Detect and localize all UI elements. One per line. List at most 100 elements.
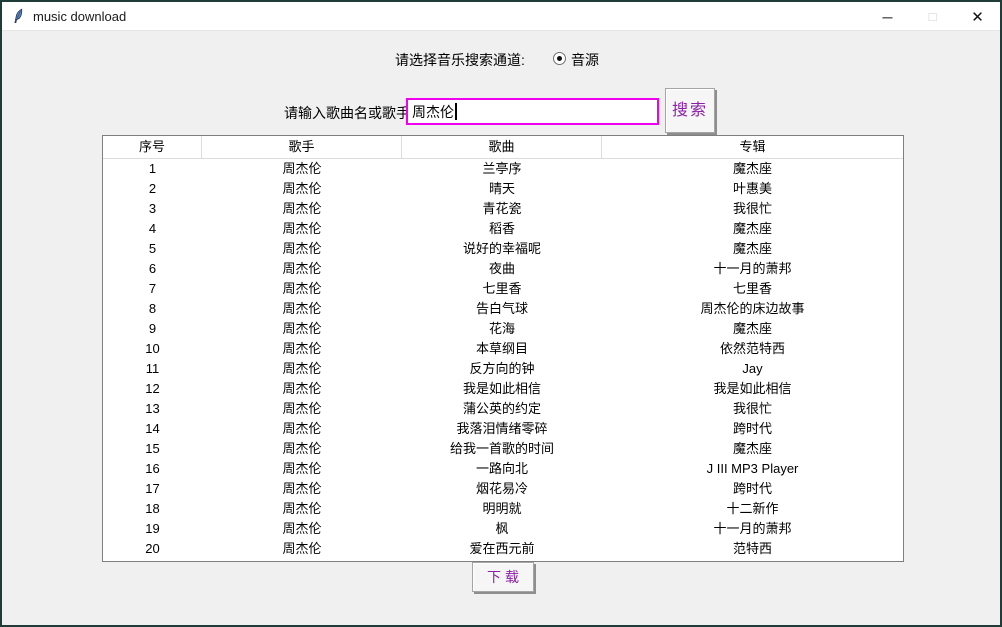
cell-index: 4 xyxy=(103,219,202,239)
cell-album: Jay xyxy=(602,359,903,379)
cell-song: 青花瓷 xyxy=(402,199,602,219)
cell-index: 15 xyxy=(103,439,202,459)
cell-singer: 周杰伦 xyxy=(202,259,402,279)
table-row[interactable]: 20周杰伦爱在西元前范特西 xyxy=(103,539,903,559)
cell-song: 烟花易冷 xyxy=(402,479,602,499)
cell-singer: 周杰伦 xyxy=(202,319,402,339)
table-row[interactable]: 4周杰伦稻香魔杰座 xyxy=(103,219,903,239)
table-body: 1周杰伦兰亭序魔杰座2周杰伦晴天叶惠美3周杰伦青花瓷我很忙4周杰伦稻香魔杰座5周… xyxy=(103,159,903,559)
cell-album: 七里香 xyxy=(602,279,903,299)
cell-song: 爱在西元前 xyxy=(402,539,602,559)
table-row[interactable]: 2周杰伦晴天叶惠美 xyxy=(103,179,903,199)
cell-singer: 周杰伦 xyxy=(202,299,402,319)
cell-index: 6 xyxy=(103,259,202,279)
results-table: 序号 歌手 歌曲 专辑 1周杰伦兰亭序魔杰座2周杰伦晴天叶惠美3周杰伦青花瓷我很… xyxy=(102,135,904,562)
cell-index: 16 xyxy=(103,459,202,479)
table-row[interactable]: 13周杰伦蒲公英的约定我很忙 xyxy=(103,399,903,419)
cell-singer: 周杰伦 xyxy=(202,359,402,379)
cell-song: 晴天 xyxy=(402,179,602,199)
cell-song: 花海 xyxy=(402,319,602,339)
cell-singer: 周杰伦 xyxy=(202,179,402,199)
cell-song: 我落泪情绪零碎 xyxy=(402,419,602,439)
cell-singer: 周杰伦 xyxy=(202,539,402,559)
cell-song: 我是如此相信 xyxy=(402,379,602,399)
table-row[interactable]: 14周杰伦我落泪情绪零碎跨时代 xyxy=(103,419,903,439)
source-radio-label[interactable]: 音源 xyxy=(571,50,599,70)
cell-index: 18 xyxy=(103,499,202,519)
cell-singer: 周杰伦 xyxy=(202,499,402,519)
cell-singer: 周杰伦 xyxy=(202,279,402,299)
cell-album: 魔杰座 xyxy=(602,239,903,259)
cell-singer: 周杰伦 xyxy=(202,239,402,259)
cell-index: 13 xyxy=(103,399,202,419)
close-button[interactable]: ✕ xyxy=(955,2,1000,31)
search-input-value: 周杰伦 xyxy=(412,102,454,122)
table-row[interactable]: 5周杰伦说好的幸福呢魔杰座 xyxy=(103,239,903,259)
table-row[interactable]: 1周杰伦兰亭序魔杰座 xyxy=(103,159,903,179)
cell-album: 魔杰座 xyxy=(602,159,903,179)
cell-album: 魔杰座 xyxy=(602,219,903,239)
cell-index: 14 xyxy=(103,419,202,439)
cell-singer: 周杰伦 xyxy=(202,159,402,179)
search-button[interactable]: 搜索 xyxy=(665,88,715,133)
cell-song: 稻香 xyxy=(402,219,602,239)
header-singer[interactable]: 歌手 xyxy=(202,136,402,158)
cell-index: 3 xyxy=(103,199,202,219)
minimize-button[interactable]: ─ xyxy=(865,2,910,31)
cell-song: 本草纲目 xyxy=(402,339,602,359)
cell-album: 魔杰座 xyxy=(602,439,903,459)
header-album[interactable]: 专辑 xyxy=(602,136,903,158)
cell-song: 枫 xyxy=(402,519,602,539)
download-button[interactable]: 下载 xyxy=(472,562,534,592)
header-index[interactable]: 序号 xyxy=(103,136,202,158)
table-row[interactable]: 3周杰伦青花瓷我很忙 xyxy=(103,199,903,219)
cell-song: 蒲公英的约定 xyxy=(402,399,602,419)
table-row[interactable]: 11周杰伦反方向的钟Jay xyxy=(103,359,903,379)
cell-index: 9 xyxy=(103,319,202,339)
source-radio-button[interactable] xyxy=(553,52,566,65)
cell-index: 17 xyxy=(103,479,202,499)
cell-singer: 周杰伦 xyxy=(202,339,402,359)
cell-singer: 周杰伦 xyxy=(202,459,402,479)
table-row[interactable]: 10周杰伦本草纲目依然范特西 xyxy=(103,339,903,359)
cell-index: 11 xyxy=(103,359,202,379)
cell-album: 十一月的萧邦 xyxy=(602,519,903,539)
cell-index: 5 xyxy=(103,239,202,259)
cell-album: 跨时代 xyxy=(602,479,903,499)
cell-album: 跨时代 xyxy=(602,419,903,439)
table-row[interactable]: 8周杰伦告白气球周杰伦的床边故事 xyxy=(103,299,903,319)
cell-singer: 周杰伦 xyxy=(202,439,402,459)
table-row[interactable]: 16周杰伦一路向北J III MP3 Player xyxy=(103,459,903,479)
table-row[interactable]: 12周杰伦我是如此相信我是如此相信 xyxy=(103,379,903,399)
table-row[interactable]: 19周杰伦枫十一月的萧邦 xyxy=(103,519,903,539)
cell-album: 十二新作 xyxy=(602,499,903,519)
cell-song: 反方向的钟 xyxy=(402,359,602,379)
cell-album: 范特西 xyxy=(602,539,903,559)
cell-song: 夜曲 xyxy=(402,259,602,279)
table-row[interactable]: 9周杰伦花海魔杰座 xyxy=(103,319,903,339)
cell-index: 19 xyxy=(103,519,202,539)
search-input[interactable]: 周杰伦 xyxy=(406,98,659,125)
cell-album: 我是如此相信 xyxy=(602,379,903,399)
cell-album: 周杰伦的床边故事 xyxy=(602,299,903,319)
cell-album: 我很忙 xyxy=(602,399,903,419)
table-row[interactable]: 7周杰伦七里香七里香 xyxy=(103,279,903,299)
cell-index: 20 xyxy=(103,539,202,559)
table-row[interactable]: 6周杰伦夜曲十一月的萧邦 xyxy=(103,259,903,279)
table-row[interactable]: 15周杰伦给我一首歌的时间魔杰座 xyxy=(103,439,903,459)
header-song[interactable]: 歌曲 xyxy=(402,136,602,158)
table-row[interactable]: 18周杰伦明明就十二新作 xyxy=(103,499,903,519)
cell-singer: 周杰伦 xyxy=(202,479,402,499)
cell-song: 给我一首歌的时间 xyxy=(402,439,602,459)
table-row[interactable]: 17周杰伦烟花易冷跨时代 xyxy=(103,479,903,499)
search-input-label: 请输入歌曲名或歌手: xyxy=(284,103,414,123)
cell-song: 明明就 xyxy=(402,499,602,519)
cell-singer: 周杰伦 xyxy=(202,219,402,239)
cell-song: 七里香 xyxy=(402,279,602,299)
text-caret xyxy=(455,103,457,120)
titlebar: music download ─ □ ✕ xyxy=(2,2,1000,31)
cell-singer: 周杰伦 xyxy=(202,199,402,219)
app-window: music download ─ □ ✕ 请选择音乐搜索通道: 音源 请输入歌曲… xyxy=(0,0,1002,627)
cell-index: 10 xyxy=(103,339,202,359)
cell-singer: 周杰伦 xyxy=(202,399,402,419)
